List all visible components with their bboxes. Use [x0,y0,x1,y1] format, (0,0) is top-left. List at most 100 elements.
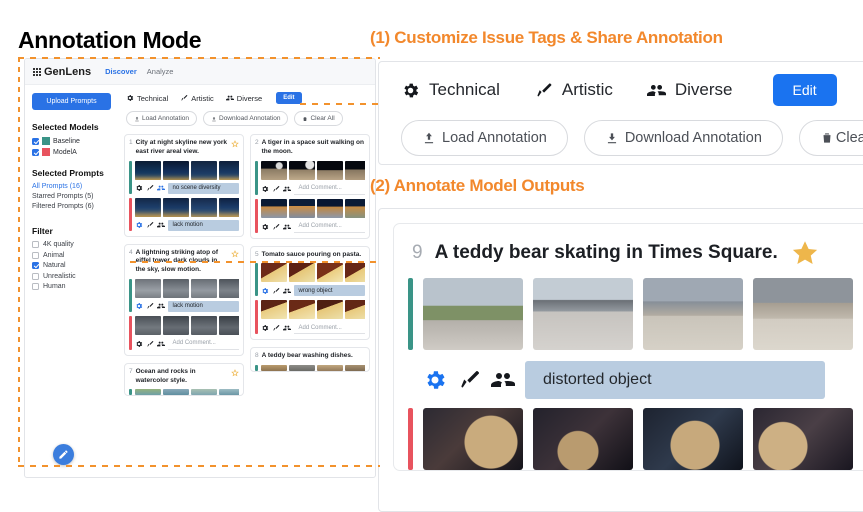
thumbnail[interactable] [260,365,287,372]
big-edit-tags-button[interactable]: Edit [772,74,837,106]
nav-item-analyze[interactable]: Analyze [147,67,174,76]
gear-icon[interactable] [261,223,269,231]
brush-icon[interactable] [146,302,154,310]
thumbnail[interactable] [162,315,189,335]
people-icon[interactable] [282,287,291,295]
thumbnail[interactable] [260,198,287,218]
checkbox-natural[interactable] [32,262,39,269]
filter-row-animal[interactable]: Animal [32,251,111,259]
comment-placeholder[interactable]: Add Comment... [293,221,365,233]
brush-icon[interactable] [272,287,280,295]
prompt-card[interactable]: 1 City at night skyline new york east ri… [124,134,244,237]
thumbnail[interactable] [162,197,189,217]
star-filled-icon[interactable] [790,238,820,268]
big-tag-artistic[interactable]: Artistic [534,80,613,100]
people-icon[interactable] [156,340,165,348]
brush-icon[interactable] [146,184,154,192]
brush-icon[interactable] [272,223,280,231]
edit-fab-button[interactable] [53,444,74,465]
gear-icon[interactable] [135,221,143,229]
filter-row-unrealistic[interactable]: Unrealistic [32,272,111,280]
thumbnail[interactable] [190,389,217,396]
comment-placeholder[interactable]: Add Comment... [293,322,365,335]
thumbnail[interactable] [190,160,217,180]
prompt-link-filtered[interactable]: Filtered Prompts (6) [32,203,111,210]
brush-icon[interactable] [146,340,154,348]
thumbnail[interactable] [218,197,239,217]
thumbnail[interactable] [316,263,343,283]
detail-comment-text[interactable]: distorted object [525,361,825,399]
detail-thumbnail[interactable] [643,278,743,350]
checkbox-unrealistic[interactable] [32,272,39,280]
comment-placeholder[interactable]: Add Comment... [293,183,365,195]
big-tag-technical[interactable]: Technical [401,80,500,100]
big-clear-all-button[interactable]: Clear All [798,120,863,156]
star-outline-icon[interactable] [231,369,239,377]
prompt-card[interactable]: 2 A tiger in a space suit walking on the… [250,134,370,239]
grid-menu-icon[interactable] [33,67,41,76]
thumbnail[interactable] [134,389,161,396]
comment-text[interactable]: wrong object [293,285,365,297]
load-annotation-button[interactable]: Load Annotation [126,111,197,126]
detail-thumbnail[interactable] [533,408,633,470]
star-outline-icon[interactable] [231,249,239,258]
thumbnail[interactable] [316,365,343,372]
detail-thumbnail[interactable] [423,278,523,350]
checkbox-animal[interactable] [32,251,39,259]
checkbox-4k-quality[interactable] [32,241,39,248]
checkbox-modela[interactable] [32,148,39,156]
filter-row-human[interactable]: Human [32,283,111,290]
detail-prompt-card[interactable]: 9 A teddy bear skating in Times Square. [393,223,863,471]
detail-thumbnail[interactable] [533,278,633,350]
checkbox-baseline[interactable] [32,137,39,145]
comment-text[interactable]: lack motion [167,219,239,231]
thumbnail[interactable] [288,198,315,218]
brush-icon[interactable] [272,324,280,332]
thumbnail[interactable] [260,263,287,283]
filter-row-4k[interactable]: 4K quality [32,241,111,248]
prompt-card[interactable]: 8 A teddy bear washing dishes. [250,347,370,373]
thumbnail[interactable] [344,300,365,320]
thumbnail[interactable] [134,160,161,180]
thumbnail[interactable] [162,278,189,298]
clear-all-button[interactable]: Clear All [294,111,343,126]
thumbnail[interactable] [260,160,287,180]
thumbnail[interactable] [190,278,217,298]
people-icon[interactable] [282,185,291,193]
gear-icon[interactable] [135,340,143,348]
thumbnail[interactable] [162,160,189,180]
thumbnail[interactable] [218,160,239,180]
detail-thumbnail[interactable] [753,408,853,470]
thumbnail[interactable] [134,315,161,335]
star-outline-icon[interactable] [231,140,239,148]
tag-artistic[interactable]: Artistic [180,94,214,103]
filter-row-natural[interactable]: Natural [32,262,111,269]
thumbnail[interactable] [288,300,315,320]
model-row-baseline[interactable]: Baseline [32,137,111,145]
checkbox-human[interactable] [32,283,39,290]
edit-tags-button[interactable]: Edit [276,92,302,104]
thumbnail[interactable] [344,263,365,283]
gear-icon[interactable] [135,302,143,310]
comment-text[interactable]: lack motion [167,300,239,312]
download-annotation-button[interactable]: Download Annotation [203,111,289,126]
gear-icon[interactable] [135,184,143,192]
gear-icon[interactable] [261,287,269,295]
thumbnail[interactable] [190,197,217,217]
brush-icon[interactable] [272,185,280,193]
thumbnail[interactable] [288,365,315,372]
tag-technical[interactable]: Technical [126,94,168,103]
comment-placeholder[interactable]: Add Comment... [167,338,239,350]
people-icon[interactable] [156,302,165,310]
prompt-card[interactable]: 5 Tomato sauce pouring on pasta. wrong o… [250,245,370,341]
thumbnail[interactable] [218,278,239,298]
brush-icon[interactable] [146,221,154,229]
thumbnail[interactable] [316,160,343,180]
upload-prompts-button[interactable]: Upload Prompts [32,93,111,110]
thumbnail[interactable] [260,300,287,320]
detail-thumbnail[interactable] [423,408,523,470]
thumbnail[interactable] [288,263,315,283]
thumbnail[interactable] [344,365,365,372]
thumbnail[interactable] [134,278,161,298]
prompt-link-all[interactable]: All Prompts (16) [32,183,111,190]
